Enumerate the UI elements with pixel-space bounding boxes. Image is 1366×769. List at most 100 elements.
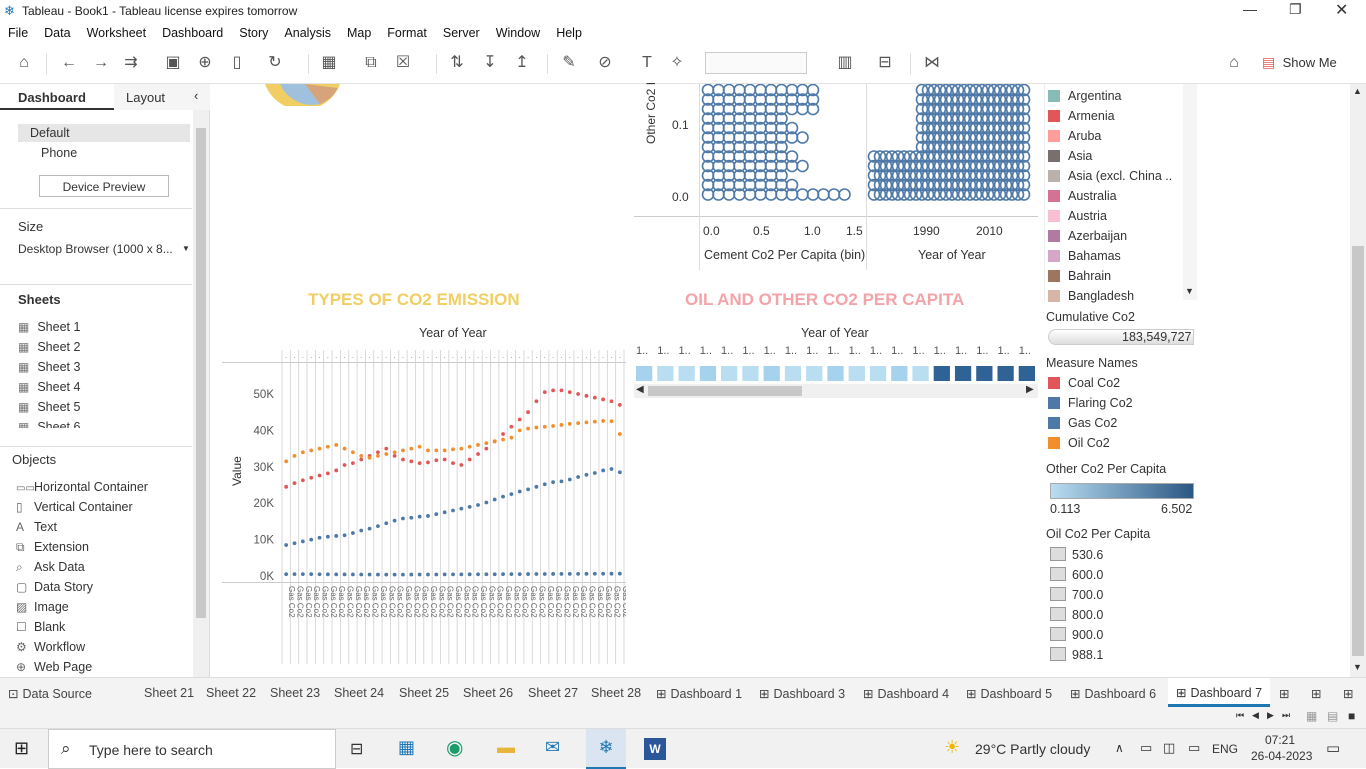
format-paint-icon[interactable]: ⌂ (1223, 52, 1245, 74)
list-item[interactable]: ☐ Blank (16, 620, 181, 640)
share-icon[interactable]: ⋈ (921, 52, 943, 74)
tab-nav-next-icon[interactable]: ▶ (1267, 710, 1274, 721)
legend-country-item[interactable]: Asia (1048, 149, 1092, 163)
list-item[interactable]: ⧉ Extension (16, 540, 181, 560)
list-item[interactable]: ▦ Sheet 6 (18, 420, 190, 428)
restore-icon[interactable]: ❐ (1289, 1, 1302, 18)
edge-icon[interactable]: ◉ (446, 735, 463, 760)
panel-scrollbar[interactable] (193, 110, 209, 677)
new-worksheet-icon[interactable]: ▦ (318, 52, 340, 74)
menu-story[interactable]: Story (231, 22, 276, 40)
pie-chart-fragment[interactable] (260, 84, 350, 106)
lang-indicator[interactable]: ENG (1212, 742, 1238, 756)
duplicate-icon[interactable]: ⧉ (360, 52, 382, 74)
tab-dashboard-4[interactable]: ⊞ Dashboard 4 (863, 686, 949, 701)
legend-country-item[interactable]: Argentina (1048, 89, 1122, 103)
legend-measure-item[interactable]: Flaring Co2 (1048, 396, 1133, 410)
tab-sheet-21[interactable]: Sheet 21 (144, 686, 194, 700)
store-icon[interactable]: ▦ (398, 737, 415, 758)
volume-icon[interactable]: ◫ (1163, 740, 1175, 756)
clock-date[interactable]: 26-04-2023 (1251, 749, 1312, 763)
legend-measure-item[interactable]: Gas Co2 (1048, 416, 1117, 430)
tab-dashboard-6[interactable]: ⊞ Dashboard 6 (1070, 686, 1156, 701)
menu-analysis[interactable]: Analysis (276, 22, 339, 40)
new-story-tab-icon[interactable]: ⊞ (1343, 686, 1353, 701)
tab-sheet-26[interactable]: Sheet 26 (463, 686, 513, 700)
sort-asc-icon[interactable]: ↧ (479, 52, 501, 74)
home-icon[interactable]: ⌂ (13, 52, 35, 74)
tab-data-source[interactable]: ⊡ Data Source (8, 686, 92, 701)
tab-sheet-23[interactable]: Sheet 23 (270, 686, 320, 700)
legend-country-item[interactable]: Azerbaijan (1048, 229, 1127, 243)
fit-dropdown[interactable] (705, 52, 807, 74)
new-worksheet-tab-icon[interactable]: ⊞ (1279, 686, 1289, 701)
tab-layout[interactable]: Layout ‹ (114, 84, 210, 110)
pause-updates-icon[interactable]: ▯ (226, 52, 248, 74)
list-item[interactable]: ▭▭Horizontal Container (16, 480, 181, 500)
legend-size-item[interactable]: 800.0 (1050, 607, 1103, 622)
list-item[interactable]: ▦ Sheet 2 (18, 340, 190, 360)
presentation-icon[interactable]: ⊟ (874, 52, 896, 74)
redo-icon[interactable]: → (90, 52, 112, 74)
list-item[interactable]: ▦ Sheet 3 (18, 360, 190, 380)
tab-nav-prev-icon[interactable]: ◀ (1252, 710, 1259, 721)
show-cards-icon[interactable]: ▥ (834, 52, 856, 74)
tab-dashboard-5[interactable]: ⊞ Dashboard 5 (966, 686, 1052, 701)
word-icon[interactable]: W (644, 738, 666, 760)
tab-sheet-28[interactable]: Sheet 28 (591, 686, 641, 700)
list-item[interactable]: ▢ Data Story (16, 580, 181, 600)
device-preview-button[interactable]: Device Preview (39, 175, 169, 197)
legend-size-item[interactable]: 700.0 (1050, 587, 1103, 602)
pin-icon[interactable]: ✧ (666, 52, 688, 74)
scroll-left-icon[interactable]: ◀ (636, 384, 644, 395)
menu-file[interactable]: File (0, 22, 36, 40)
menu-dashboard[interactable]: Dashboard (154, 22, 231, 40)
legend-country-item[interactable]: Australia (1048, 189, 1117, 203)
minimize-icon[interactable]: — (1243, 1, 1257, 17)
weather-text[interactable]: 29°C Partly cloudy (975, 741, 1090, 757)
tab-nav-last-icon[interactable]: ⏭ (1282, 710, 1290, 721)
chevron-down-icon[interactable]: ▼ (1185, 286, 1194, 296)
close-icon[interactable]: ✕ (1335, 0, 1348, 20)
heatmap-plot[interactable]: 1.. 1.. 1.. 1.. 1.. 1.. 1.. 1.. 1.. 1.. 1.. 1.. 1.. 1… (634, 342, 1038, 386)
line-chart-panel[interactable]: Year of Year Value 50K 40K 30K 20K 10K 0K · · · ·… (222, 322, 626, 664)
legend-country-item[interactable]: Bahamas (1048, 249, 1121, 263)
list-item[interactable]: ▦ Sheet 1 (18, 320, 190, 340)
task-view-icon[interactable]: ⊟ (350, 739, 363, 759)
save-icon[interactable]: ▣ (162, 52, 184, 74)
tableau-taskbar-icon[interactable]: ❄ (586, 729, 626, 769)
collapse-panel-icon[interactable]: ‹ (194, 88, 198, 103)
scroll-down-icon[interactable]: ▼ (1353, 662, 1362, 672)
highlight-icon[interactable]: ✎ (558, 52, 580, 74)
new-datasource-icon[interactable]: ⊕ (194, 52, 216, 74)
legend-country-item[interactable]: Bahrain (1048, 269, 1111, 283)
canvas-scrollbar[interactable]: ▲ ▼ (1350, 84, 1366, 677)
menu-format[interactable]: Format (379, 22, 435, 40)
device-phone[interactable]: Phone (41, 146, 77, 160)
legend-country-item[interactable]: Austria (1048, 209, 1107, 223)
list-item[interactable]: ▦ Sheet 4 (18, 380, 190, 400)
list-item[interactable]: A Text (16, 520, 181, 540)
clock-time[interactable]: 07:21 (1265, 733, 1295, 747)
refresh-icon[interactable]: ↻ (264, 52, 286, 74)
tab-sheet-24[interactable]: Sheet 24 (334, 686, 384, 700)
tab-dashboard-3[interactable]: ⊞ Dashboard 3 (759, 686, 845, 701)
legend-size-item[interactable]: 988.1 (1050, 647, 1103, 662)
group-icon[interactable]: ⊘ (594, 52, 616, 74)
legend-size-item[interactable]: 900.0 (1050, 627, 1103, 642)
size-dropdown[interactable]: Desktop Browser (1000 x 8... ▼ (18, 242, 192, 260)
filmstrip-view-icon[interactable]: ▤ (1327, 709, 1338, 723)
list-item[interactable]: ⊕ Web Page (16, 660, 181, 676)
sort-desc-icon[interactable]: ↥ (511, 52, 533, 74)
list-item[interactable]: ⌕ Ask Data (16, 560, 181, 580)
menu-map[interactable]: Map (339, 22, 379, 40)
clear-icon[interactable]: ☒ (392, 52, 414, 74)
network-icon[interactable]: ▭ (1140, 740, 1152, 756)
tab-nav-first-icon[interactable]: ⏮ (1236, 710, 1244, 721)
legend-size-item[interactable]: 600.0 (1050, 567, 1103, 582)
tab-dashboard[interactable]: Dashboard (0, 84, 114, 110)
show-me-button[interactable]: ▤ Show Me (1262, 54, 1337, 71)
notification-icon[interactable]: ▭ (1326, 739, 1340, 757)
legend-size-item[interactable]: 530.6 (1050, 547, 1103, 562)
list-item[interactable]: ▯ Vertical Container (16, 500, 181, 520)
